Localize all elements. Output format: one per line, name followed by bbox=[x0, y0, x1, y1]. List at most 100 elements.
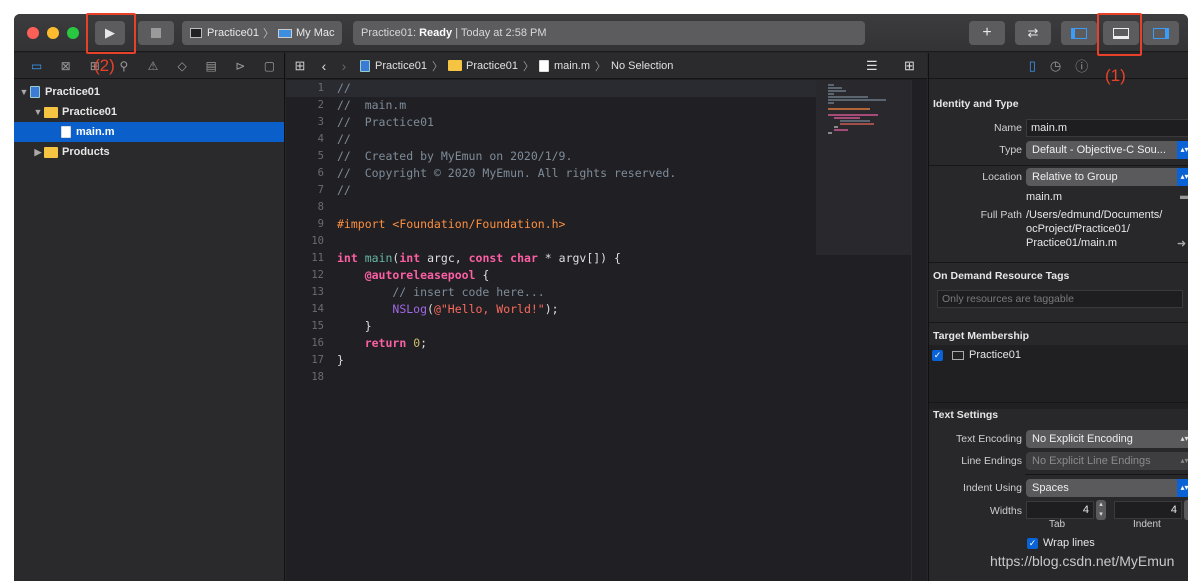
indent-width-field[interactable]: 4 bbox=[1114, 501, 1182, 519]
line-endings-value: No Explicit Line Endings bbox=[1032, 455, 1151, 467]
type-popup[interactable]: Default - Objective-C Sou... ▴▾ bbox=[1026, 141, 1188, 159]
code-text: // bbox=[337, 132, 351, 146]
code-text: int main(int argc, const char * argv[]) … bbox=[337, 251, 621, 265]
editor-options-icon[interactable]: ☰ bbox=[866, 58, 878, 74]
line-endings-popup: No Explicit Line Endings ▴▾ bbox=[1026, 452, 1188, 470]
code-review-button[interactable]: ⇄ bbox=[1015, 21, 1051, 45]
minimize-window-button[interactable] bbox=[47, 27, 59, 39]
toggle-inspector-button[interactable] bbox=[1143, 21, 1179, 45]
checkbox-checked-icon[interactable]: ✓ bbox=[1027, 537, 1038, 549]
code-line[interactable]: 8 bbox=[286, 199, 816, 216]
folder-icon[interactable]: ▭ bbox=[22, 59, 51, 73]
stop-icon bbox=[151, 28, 161, 38]
encoding-value: No Explicit Encoding bbox=[1032, 433, 1133, 445]
code-line[interactable]: 18 bbox=[286, 369, 816, 386]
app-icon bbox=[190, 28, 202, 38]
swap-arrows-icon: ⇄ bbox=[1027, 25, 1039, 40]
name-field[interactable]: main.m bbox=[1026, 119, 1188, 137]
scheme-name: Practice01 bbox=[207, 27, 259, 39]
editor-scrollbar[interactable] bbox=[911, 80, 927, 581]
code-line[interactable]: 10 bbox=[286, 233, 816, 250]
history-icon[interactable]: ◷ bbox=[1050, 58, 1061, 74]
code-line[interactable]: 13 // insert code here... bbox=[286, 284, 816, 301]
indent-using-popup[interactable]: Spaces ▴▾ bbox=[1026, 479, 1188, 497]
code-line[interactable]: 7 // bbox=[286, 182, 816, 199]
code-text: } bbox=[337, 353, 344, 367]
stepper-icon[interactable]: ▴ ▾ bbox=[1096, 500, 1106, 520]
tree-item-file[interactable]: main.m bbox=[14, 122, 284, 142]
status-time: | Today at 2:58 PM bbox=[455, 27, 547, 39]
status-project: Practice01: bbox=[361, 27, 417, 39]
indent-width-value: 4 bbox=[1170, 504, 1177, 516]
chevron-right-icon: 〉 bbox=[522, 60, 534, 73]
tree-item-group[interactable]: ▼ Practice01 bbox=[14, 102, 284, 122]
tree-item-project[interactable]: ▼ Practice01 bbox=[14, 82, 284, 102]
breadcrumb-project[interactable]: Practice01 bbox=[375, 60, 427, 72]
type-value: Default - Objective-C Sou... bbox=[1032, 144, 1166, 156]
widths-label: Widths bbox=[989, 505, 1022, 517]
target-list: ✓ Practice01 bbox=[929, 345, 1188, 409]
code-line[interactable]: 6 // Copyright © 2020 MyEmun. All rights … bbox=[286, 165, 816, 182]
line-number: 10 bbox=[311, 235, 324, 247]
source-control-icon[interactable]: ⊠ bbox=[51, 59, 80, 73]
back-arrow-icon[interactable]: ‹ bbox=[314, 58, 334, 74]
related-items-icon[interactable]: ⊞ bbox=[286, 58, 314, 74]
code-line[interactable]: 16 return 0; bbox=[286, 335, 816, 352]
toggle-navigator-button[interactable] bbox=[1061, 21, 1097, 45]
location-value: Relative to Group bbox=[1032, 171, 1118, 183]
code-line[interactable]: 2 // main.m bbox=[286, 97, 816, 114]
code-line[interactable]: 1 // bbox=[286, 80, 816, 97]
code-text: #import <Foundation/Foundation.h> bbox=[337, 217, 566, 231]
arrow-circle-icon[interactable]: ➜ bbox=[1177, 237, 1186, 250]
zoom-window-button[interactable] bbox=[67, 27, 79, 39]
tab-width-field[interactable]: 4 bbox=[1026, 501, 1094, 519]
encoding-popup[interactable]: No Explicit Encoding ▴▾ bbox=[1026, 430, 1188, 448]
wrap-lines-row[interactable]: ✓ Wrap lines bbox=[1027, 537, 1095, 549]
code-area[interactable]: 1 // 2 // main.m 3 // Practice01 4 // 5 // Create… bbox=[286, 80, 816, 581]
location-popup[interactable]: Relative to Group ▴▾ bbox=[1026, 168, 1188, 186]
disclosure-open-icon[interactable]: ▼ bbox=[32, 107, 44, 117]
target-name: Practice01 bbox=[969, 349, 1021, 361]
debug-icon[interactable]: ▤ bbox=[197, 59, 226, 73]
line-endings-label: Line Endings bbox=[961, 455, 1022, 467]
test-icon[interactable]: ◇ bbox=[168, 59, 197, 73]
breadcrumb-symbol[interactable]: No Selection bbox=[611, 60, 673, 72]
library-button[interactable]: + bbox=[969, 21, 1005, 45]
minimap[interactable] bbox=[816, 80, 911, 255]
code-line[interactable]: 3 // Practice01 bbox=[286, 114, 816, 131]
odr-title: On Demand Resource Tags bbox=[933, 270, 1070, 282]
code-line[interactable]: 9 #import <Foundation/Foundation.h> bbox=[286, 216, 816, 233]
breadcrumb-file[interactable]: main.m bbox=[554, 60, 590, 72]
code-line[interactable]: 17} bbox=[286, 352, 816, 369]
code-line[interactable]: 5 // Created by MyEmun on 2020/1/9. bbox=[286, 148, 816, 165]
target-row[interactable]: ✓ Practice01 bbox=[932, 349, 1021, 361]
code-line[interactable]: 12 @autoreleasepool { bbox=[286, 267, 816, 284]
stop-button[interactable] bbox=[138, 21, 174, 45]
destination-name: My Mac bbox=[295, 27, 335, 39]
disclosure-closed-icon[interactable]: ▶ bbox=[32, 147, 44, 158]
source-editor: ⊞ ‹ › Practice01 〉 Practice01 〉 main.m 〉… bbox=[286, 53, 927, 581]
help-icon[interactable]: ⓘ bbox=[1075, 56, 1088, 75]
tab-caption: Tab bbox=[1049, 519, 1066, 530]
scheme-selector[interactable]: Practice01 〉 My Mac bbox=[182, 21, 342, 45]
close-window-button[interactable] bbox=[27, 27, 39, 39]
add-editor-icon[interactable]: ⊞ bbox=[904, 58, 915, 74]
code-line[interactable]: 15 } bbox=[286, 318, 816, 335]
code-line[interactable]: 11 int main(int argc, const char * argv[]… bbox=[286, 250, 816, 267]
code-line[interactable]: 14 NSLog(@"Hello, World!"); bbox=[286, 301, 816, 318]
forward-arrow-icon[interactable]: › bbox=[334, 58, 354, 74]
line-number: 17 bbox=[311, 354, 324, 366]
breakpoint-icon[interactable]: ⊳ bbox=[226, 59, 255, 73]
breadcrumb-group[interactable]: Practice01 bbox=[466, 60, 518, 72]
disclosure-open-icon[interactable]: ▼ bbox=[18, 87, 30, 97]
code-text: // Practice01 bbox=[337, 115, 434, 129]
folder-reveal-icon[interactable]: ▬ bbox=[1180, 190, 1188, 202]
stepper-icon[interactable] bbox=[1184, 500, 1188, 520]
full-path-line: ocProject/Practice01/ bbox=[1026, 223, 1130, 235]
report-icon[interactable]: ▢ bbox=[255, 59, 284, 73]
checkbox-checked-icon[interactable]: ✓ bbox=[932, 349, 943, 361]
file-inspector-icon[interactable]: ▯ bbox=[1029, 58, 1036, 74]
tree-item-products[interactable]: ▶ Products bbox=[14, 142, 284, 162]
code-line[interactable]: 4 // bbox=[286, 131, 816, 148]
issue-icon[interactable]: ⚠ bbox=[138, 59, 167, 73]
